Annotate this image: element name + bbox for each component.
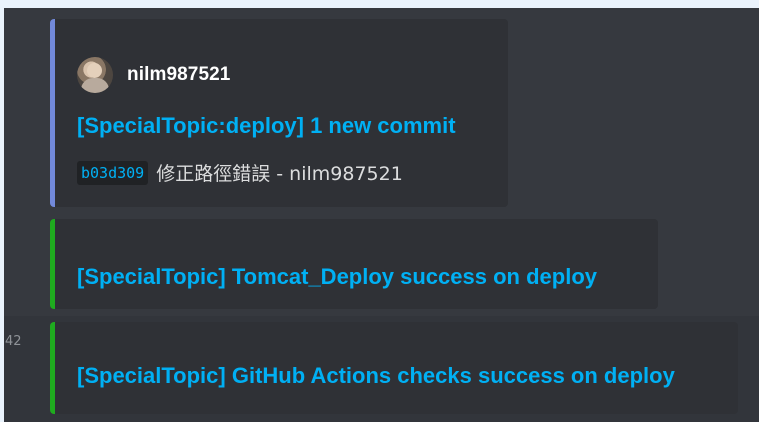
user-avatar-icon[interactable]: [77, 57, 113, 93]
author-name[interactable]: nilm987521: [127, 64, 230, 86]
chat-area: 42 nilm987521 [SpecialTopic:deploy] 1 ne…: [4, 8, 759, 422]
embed-author: nilm987521: [77, 57, 230, 93]
tomcat-deploy-title-link[interactable]: [SpecialTopic] Tomcat_Deploy success on …: [77, 264, 597, 290]
tomcat-deploy-embed: [SpecialTopic] Tomcat_Deploy success on …: [50, 219, 658, 309]
github-actions-title-link[interactable]: [SpecialTopic] GitHub Actions checks suc…: [77, 363, 675, 389]
embed-color-bar: [50, 219, 55, 309]
github-actions-embed: [SpecialTopic] GitHub Actions checks suc…: [50, 322, 738, 414]
commit-embed-title-link[interactable]: [SpecialTopic:deploy] 1 new commit: [77, 113, 456, 139]
avatar-head: [87, 63, 102, 78]
embed-color-bar: [50, 322, 55, 414]
message-timestamp: 42: [5, 334, 22, 349]
commit-message: 修正路徑錯誤 - nilm987521: [156, 163, 403, 185]
avatar-body: [81, 78, 109, 93]
embed-color-bar: [50, 19, 55, 207]
commit-entry: b03d309 修正路徑錯誤 - nilm987521: [77, 159, 403, 186]
commit-embed: nilm987521 [SpecialTopic:deploy] 1 new c…: [50, 19, 508, 207]
commit-hash-link[interactable]: b03d309: [77, 160, 149, 185]
